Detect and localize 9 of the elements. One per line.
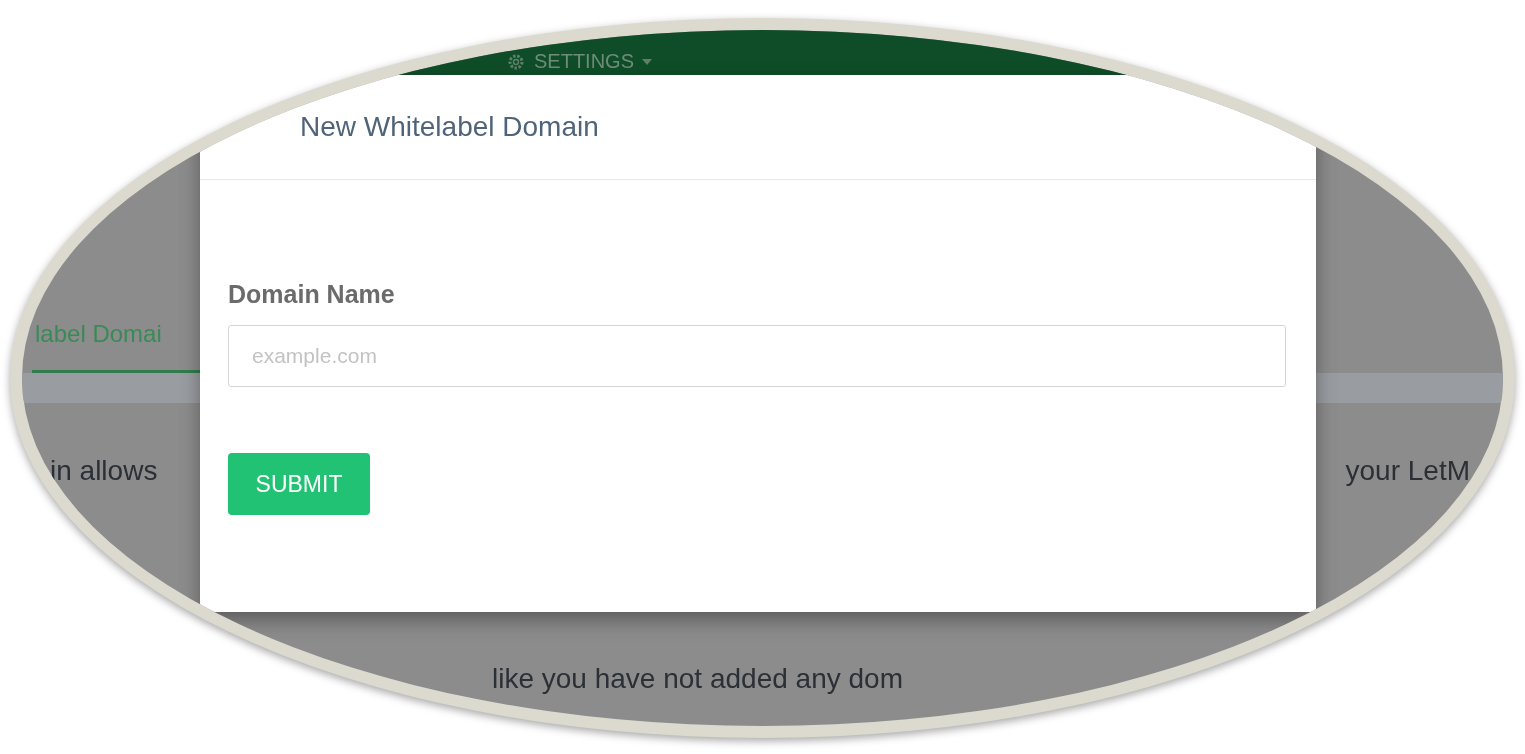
- domain-name-field[interactable]: example.com: [228, 325, 1286, 387]
- submit-button[interactable]: SUBMIT: [228, 453, 370, 515]
- settings-menu[interactable]: SETTINGS: [506, 50, 652, 75]
- field-label: Domain Name: [228, 280, 395, 309]
- description-text: your LetM: [1345, 455, 1470, 487]
- description-text: in allows: [50, 455, 158, 487]
- caret-icon: [642, 58, 652, 65]
- empty-message: like you have not added any dom: [492, 663, 903, 694]
- modal-title: New Whitelabel Domain: [300, 111, 599, 143]
